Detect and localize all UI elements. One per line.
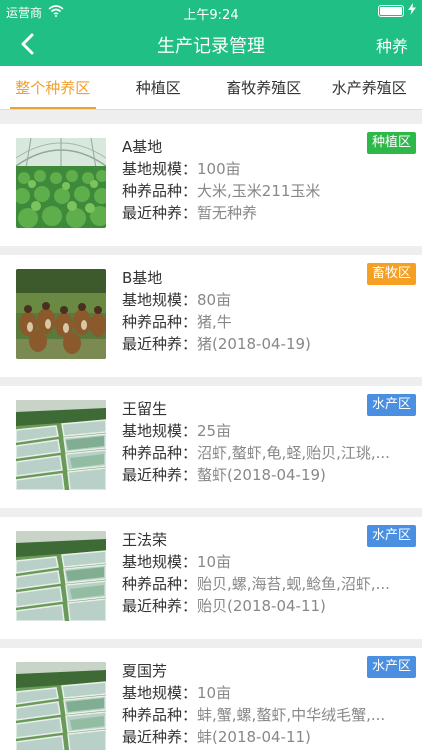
scale-value: 100亩: [197, 160, 241, 178]
recent-label: 最近种养：: [122, 204, 198, 222]
area-badge: 水产区: [366, 656, 416, 678]
area-badge: 水产区: [366, 394, 416, 416]
recent-value: 猪(2018-04-19): [197, 335, 311, 353]
recent-value: 螯虾(2018-04-19): [197, 466, 326, 484]
base-thumbnail: [16, 400, 106, 490]
app-header: 运营商 上午9:24 生产记录管理 种养: [0, 0, 422, 66]
recent-label: 最近种养：: [122, 335, 198, 353]
breeding-action-button[interactable]: 种养: [376, 33, 408, 57]
recent-value: 暂无种养: [197, 204, 258, 222]
base-name: 王留生: [122, 400, 168, 418]
list-item[interactable]: B基地 基地规模：80亩 种养品种：猪,牛 最近种养：猪(2018-04-19)…: [0, 255, 422, 377]
tab-bar: 整个种养区 种植区 畜牧养殖区 水产养殖区: [0, 66, 422, 110]
varieties-value: 大米,玉米211玉米: [197, 182, 321, 200]
battery-icon: [378, 4, 404, 17]
base-thumbnail: [16, 138, 106, 228]
tab-livestock[interactable]: 畜牧养殖区: [211, 66, 317, 109]
varieties-value: 猪,牛: [197, 313, 232, 331]
varieties-value: 蚌,蟹,螺,螯虾,中华绒毛蟹,...: [197, 706, 386, 724]
charging-icon: [408, 3, 416, 18]
base-thumbnail: [16, 662, 106, 750]
recent-value: 蚌(2018-04-11): [197, 728, 311, 746]
base-name: A基地: [122, 138, 163, 156]
varieties-label: 种养品种：: [122, 706, 198, 724]
list-item[interactable]: 王留生 基地规模：25亩 种养品种：沼虾,螯虾,龟,蛏,贻贝,江珧,... 最近…: [0, 386, 422, 508]
tab-planting[interactable]: 种植区: [106, 66, 212, 109]
scale-value: 80亩: [197, 291, 232, 309]
scale-value: 10亩: [197, 553, 232, 571]
recent-label: 最近种养：: [122, 728, 198, 746]
base-thumbnail: [16, 269, 106, 359]
tab-aquaculture[interactable]: 水产养殖区: [317, 66, 422, 109]
base-name: 王法荣: [122, 531, 168, 549]
scale-label: 基地规模：: [122, 684, 198, 702]
base-thumbnail: [16, 531, 106, 621]
scale-label: 基地规模：: [122, 553, 198, 571]
list-item[interactable]: 王法荣 基地规模：10亩 种养品种：贻贝,螺,海苔,蚬,鲶鱼,沼虾,... 最近…: [0, 517, 422, 639]
scale-label: 基地规模：: [122, 422, 198, 440]
list-item[interactable]: 夏国芳 基地规模：10亩 种养品种：蚌,蟹,螺,螯虾,中华绒毛蟹,... 最近种…: [0, 648, 422, 750]
varieties-label: 种养品种：: [122, 575, 198, 593]
recent-label: 最近种养：: [122, 466, 198, 484]
varieties-label: 种养品种：: [122, 444, 198, 462]
recent-value: 贻贝(2018-04-11): [197, 597, 326, 615]
status-time: 上午9:24: [183, 8, 239, 23]
varieties-label: 种养品种：: [122, 313, 198, 331]
scale-value: 25亩: [197, 422, 232, 440]
base-name: B基地: [122, 269, 163, 287]
recent-label: 最近种养：: [122, 597, 198, 615]
status-bar: 运营商 上午9:24: [0, 0, 422, 23]
page-title: 生产记录管理: [157, 36, 265, 57]
varieties-label: 种养品种：: [122, 182, 198, 200]
tab-all-areas[interactable]: 整个种养区: [0, 66, 106, 109]
scale-label: 基地规模：: [122, 291, 198, 309]
scale-label: 基地规模：: [122, 160, 198, 178]
base-name: 夏国芳: [122, 662, 168, 680]
area-badge: 水产区: [366, 525, 416, 547]
area-badge: 畜牧区: [366, 263, 416, 285]
area-badge: 种植区: [366, 132, 416, 154]
list-item[interactable]: A基地 基地规模：100亩 种养品种：大米,玉米211玉米 最近种养：暂无种养 …: [0, 124, 422, 246]
varieties-value: 贻贝,螺,海苔,蚬,鲶鱼,沼虾,...: [197, 575, 390, 593]
scale-value: 10亩: [197, 684, 232, 702]
varieties-value: 沼虾,螯虾,龟,蛏,贻贝,江珧,...: [197, 444, 390, 462]
nav-bar: 生产记录管理 种养: [0, 22, 422, 66]
